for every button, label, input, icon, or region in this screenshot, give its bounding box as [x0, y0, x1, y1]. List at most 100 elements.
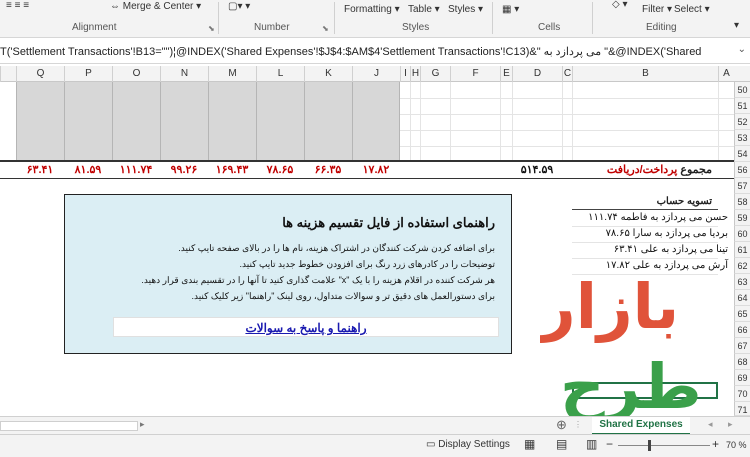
column-header-n[interactable]: N: [160, 66, 208, 82]
ribbon: ≡ ≡ ≡ ⇔ Merge & Center ▾ Alignment ⬊ ▢▾ …: [0, 0, 750, 38]
formula-bar[interactable]: T('Settlement Transactions'!B13="")¦@IND…: [0, 40, 750, 64]
participant-column[interactable]: [304, 82, 352, 160]
formula-text[interactable]: T('Settlement Transactions'!B13="")¦@IND…: [0, 45, 730, 58]
row-header[interactable]: 61: [734, 242, 750, 258]
column-headers: Q P O N M L K J I H G F E D C B A: [0, 66, 750, 82]
row-header[interactable]: 58: [734, 194, 750, 210]
number-launcher-icon[interactable]: ⬊: [322, 24, 329, 33]
conditional-formatting-button[interactable]: Formatting ▾: [344, 4, 400, 15]
grand-total[interactable]: ۵۱۴.۵۹: [512, 162, 562, 178]
styles-group-label: Styles: [402, 22, 430, 33]
column-header[interactable]: [0, 66, 16, 82]
participant-column[interactable]: [112, 82, 160, 160]
row-header[interactable]: 66: [734, 322, 750, 338]
format-table-button[interactable]: Table ▾: [408, 4, 440, 15]
format-button-icon[interactable]: ▦ ▾: [502, 4, 519, 15]
participant-column[interactable]: [352, 82, 400, 160]
column-header-b[interactable]: B: [572, 66, 718, 82]
participant-column[interactable]: [160, 82, 208, 160]
participant-column[interactable]: [256, 82, 304, 160]
collapse-ribbon-icon[interactable]: ▾: [734, 20, 739, 31]
row-header[interactable]: 51: [734, 98, 750, 114]
zoom-slider[interactable]: [618, 445, 710, 446]
totals-label[interactable]: مجموع پرداخت/دریافت: [572, 162, 718, 178]
column-header-g[interactable]: G: [420, 66, 450, 82]
horizontal-scrollbar[interactable]: [0, 421, 138, 431]
row-header[interactable]: 62: [734, 258, 750, 274]
help-faq-link[interactable]: راهنما و پاسخ به سوالات: [113, 317, 499, 337]
alignment-launcher-icon[interactable]: ⬊: [208, 24, 215, 33]
align-icons[interactable]: ≡ ≡ ≡: [6, 0, 29, 11]
settlement-line[interactable]: بردیا می پردازد به سارا ۷۸.۶۵: [606, 228, 728, 239]
page-layout-icon[interactable]: ▤: [556, 437, 567, 451]
total-value[interactable]: ۱۷.۸۲: [352, 162, 400, 178]
find-select-button[interactable]: Select ▾: [674, 4, 710, 15]
number-format-icons[interactable]: ▢▾ ▾: [228, 1, 250, 12]
cells-group-label: Cells: [538, 22, 561, 33]
participant-column[interactable]: [208, 82, 256, 160]
total-value[interactable]: ۹۹.۲۶: [160, 162, 208, 178]
column-header-e[interactable]: E: [500, 66, 512, 82]
column-header-j[interactable]: J: [352, 66, 400, 82]
tab-options-icon[interactable]: ⋮: [574, 420, 582, 429]
column-header-k[interactable]: K: [304, 66, 352, 82]
settlement-line[interactable]: حسن می پردازد به فاطمه ۱۱۱.۷۴: [588, 212, 728, 223]
page-break-icon[interactable]: ▥: [586, 437, 597, 451]
column-header-m[interactable]: M: [208, 66, 256, 82]
column-header-o[interactable]: O: [112, 66, 160, 82]
row-header[interactable]: 63: [734, 274, 750, 290]
column-header-h[interactable]: H: [410, 66, 420, 82]
row-header[interactable]: 71: [734, 402, 750, 416]
number-group-label: Number: [254, 22, 290, 33]
settlement-line[interactable]: تینا می پردازد به علی ۶۳.۴۱: [614, 244, 728, 255]
total-value[interactable]: ۱۱۱.۷۴: [112, 162, 160, 178]
zoom-level[interactable]: 70 %: [726, 440, 747, 450]
add-sheet-icon[interactable]: ⊕: [556, 417, 567, 433]
row-header[interactable]: 53: [734, 130, 750, 146]
column-header-i[interactable]: I: [400, 66, 410, 82]
scroll-right-icon[interactable]: ▸: [140, 419, 145, 430]
sheet-tab-bar: ▸ ⊕ ⋮ Shared Expenses ◂ ▸: [0, 416, 750, 435]
row-header[interactable]: 60: [734, 226, 750, 242]
row-header[interactable]: 67: [734, 338, 750, 354]
display-settings-button[interactable]: ▭ Display Settings: [426, 439, 510, 450]
total-value[interactable]: ۶۶.۳۵: [304, 162, 352, 178]
normal-view-icon[interactable]: ▦: [524, 437, 535, 451]
zoom-in-icon[interactable]: +: [712, 437, 719, 451]
sheet-tab-shared-expenses[interactable]: Shared Expenses: [592, 417, 690, 435]
row-header[interactable]: 59: [734, 210, 750, 226]
column-header-f[interactable]: F: [450, 66, 500, 82]
row-header[interactable]: 50: [734, 82, 750, 98]
participant-column[interactable]: [16, 82, 64, 160]
tab-scroll-right-icon[interactable]: ▸: [728, 419, 733, 430]
help-line: هر شرکت کننده در اقلام هزینه را با یک "x…: [141, 275, 495, 285]
total-value[interactable]: ۶۳.۴۱: [16, 162, 64, 178]
row-header[interactable]: 52: [734, 114, 750, 130]
row-header[interactable]: 56: [734, 162, 750, 178]
row-header[interactable]: 70: [734, 386, 750, 402]
sort-filter-button[interactable]: Filter ▾: [642, 4, 672, 15]
total-value[interactable]: ۱۶۹.۴۳: [208, 162, 256, 178]
participant-column[interactable]: [64, 82, 112, 160]
row-header[interactable]: 69: [734, 370, 750, 386]
row-header[interactable]: 68: [734, 354, 750, 370]
expand-formula-icon[interactable]: ⌄: [738, 44, 746, 55]
total-value[interactable]: ۸۱.۵۹: [64, 162, 112, 178]
merge-center-button[interactable]: ⇔ Merge & Center ▾: [110, 1, 201, 12]
tab-scroll-left-icon[interactable]: ◂: [708, 419, 713, 430]
zoom-out-icon[interactable]: −: [606, 437, 613, 451]
row-header[interactable]: 64: [734, 290, 750, 306]
watermark-word-1: بازار: [540, 270, 679, 343]
column-header-q[interactable]: Q: [16, 66, 64, 82]
column-header-l[interactable]: L: [256, 66, 304, 82]
clear-icon[interactable]: ◇ ▾: [612, 0, 628, 10]
cell-styles-button[interactable]: Styles ▾: [448, 4, 483, 15]
zoom-slider-handle[interactable]: [648, 440, 651, 451]
column-header-c[interactable]: C: [562, 66, 572, 82]
row-header[interactable]: 65: [734, 306, 750, 322]
column-header-p[interactable]: P: [64, 66, 112, 82]
column-header-d[interactable]: D: [512, 66, 562, 82]
total-value[interactable]: ۷۸.۶۵: [256, 162, 304, 178]
row-header[interactable]: 57: [734, 178, 750, 194]
column-header-a[interactable]: A: [718, 66, 734, 82]
